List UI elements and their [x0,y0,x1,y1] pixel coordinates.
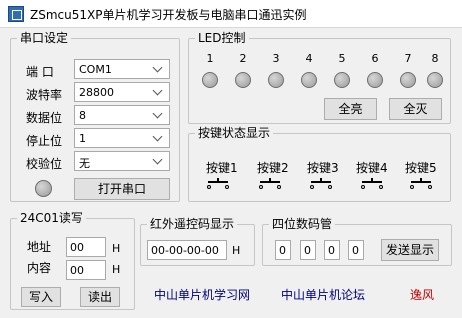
serial-settings-group: 串口设定 端 口 COM1 波特率 28800 数据位 8 停止位 1 校验位 … [10,31,180,202]
led-number: 7 [404,52,412,65]
pushbutton-switch-icon [309,178,333,191]
key-status-group: 按键状态显示 按键1 按键2 按键3 按键4 按键5 [188,126,451,202]
content-hex-suffix: H [112,263,121,276]
led-7-indicator[interactable] [400,72,416,88]
address-hex-suffix: H [112,242,121,255]
key-label: 按键4 [356,161,388,175]
led-5-indicator[interactable] [334,72,350,88]
chevron-down-icon[interactable] [150,107,166,123]
led-number: 3 [272,52,280,65]
led-4-indicator[interactable] [301,72,317,88]
author-label: 逸风 [410,288,435,302]
led-control-group: LED控制 1 2 3 4 5 6 7 8 全亮 全灭 [188,31,451,124]
baud-select[interactable]: 28800 [74,82,170,102]
pushbutton-switch-icon [206,178,230,191]
address-label: 地址 [27,240,52,254]
digit-display-title: 四位数码管 [269,217,336,232]
led-1-indicator[interactable] [202,72,218,88]
ir-code-group: 红外遥控码显示 00-00-00-00 H [140,217,255,266]
led-number: 2 [239,52,247,65]
title-bar: ZSmcu51XP单片机学习开发板与电脑串口通迅实例 [0,0,462,28]
eeprom-title: 24C01读写 [17,211,86,226]
all-on-button[interactable]: 全亮 [324,98,377,120]
led-number: 8 [431,52,439,65]
key-label: 按键3 [307,161,339,175]
app-icon [8,6,24,22]
stopbits-select[interactable]: 1 [74,128,170,148]
content-input[interactable]: 00 [66,260,106,280]
led-number: 4 [305,52,313,65]
write-button[interactable]: 写入 [21,287,61,307]
chevron-down-icon[interactable] [150,153,166,169]
serial-settings-title: 串口设定 [17,31,72,46]
port-select[interactable]: COM1 [74,59,170,79]
databits-select-value: 8 [79,109,86,122]
parity-select[interactable]: 无 [74,151,170,171]
all-off-button[interactable]: 全灭 [389,98,442,120]
pushbutton-switch-icon [360,178,384,191]
led-3-indicator[interactable] [268,72,284,88]
stopbits-select-value: 1 [79,132,86,145]
key-status-title: 按键状态显示 [195,126,274,141]
led-8-indicator[interactable] [427,72,443,88]
led-number: 5 [338,52,346,65]
digit-4-input[interactable]: 0 [348,240,364,260]
databits-select[interactable]: 8 [74,105,170,125]
baud-select-value: 28800 [79,86,114,99]
send-display-button[interactable]: 发送显示 [381,239,439,261]
digit-2-input[interactable]: 0 [300,240,316,260]
led-number: 6 [371,52,379,65]
key-label: 按键2 [257,161,289,175]
pushbutton-switch-icon [409,178,433,191]
zsmcu-learning-link[interactable]: 中山单片机学习网 [154,286,250,303]
window-title: ZSmcu51XP单片机学习开发板与电脑串口通迅实例 [30,8,307,22]
key-label: 按键5 [405,161,437,175]
baud-label: 波特率 [26,88,63,102]
parity-label: 校验位 [26,157,63,171]
eeprom-group: 24C01读写 地址 00 H 内容 00 H 写入 读出 [10,211,135,310]
led-number: 1 [206,52,214,65]
databits-label: 数据位 [26,111,63,125]
zsmcu-forum-link[interactable]: 中山单片机论坛 [281,286,365,303]
serial-status-led [35,180,52,197]
ir-code-display: 00-00-00-00 [147,240,227,260]
led-2-indicator[interactable] [235,72,251,88]
ir-code-title: 红外遥控码显示 [147,217,238,232]
parity-select-value: 无 [79,157,90,170]
led-6-indicator[interactable] [367,72,383,88]
port-label: 端 口 [26,65,54,79]
open-port-button[interactable]: 打开串口 [74,178,170,200]
read-button[interactable]: 读出 [80,287,120,307]
digit-display-group: 四位数码管 0 0 0 0 发送显示 [262,217,452,266]
chevron-down-icon[interactable] [150,84,166,100]
digit-1-input[interactable]: 0 [275,240,291,260]
pushbutton-switch-icon [258,178,282,191]
content-label: 内容 [27,261,52,275]
chevron-down-icon[interactable] [150,130,166,146]
key-label: 按键1 [206,161,238,175]
address-input[interactable]: 00 [66,237,106,257]
led-control-title: LED控制 [195,31,249,46]
chevron-down-icon[interactable] [150,61,166,77]
port-select-value: COM1 [79,63,112,76]
ir-hex-suffix: H [232,244,241,257]
digit-3-input[interactable]: 0 [324,240,340,260]
stopbits-label: 停止位 [26,134,63,148]
